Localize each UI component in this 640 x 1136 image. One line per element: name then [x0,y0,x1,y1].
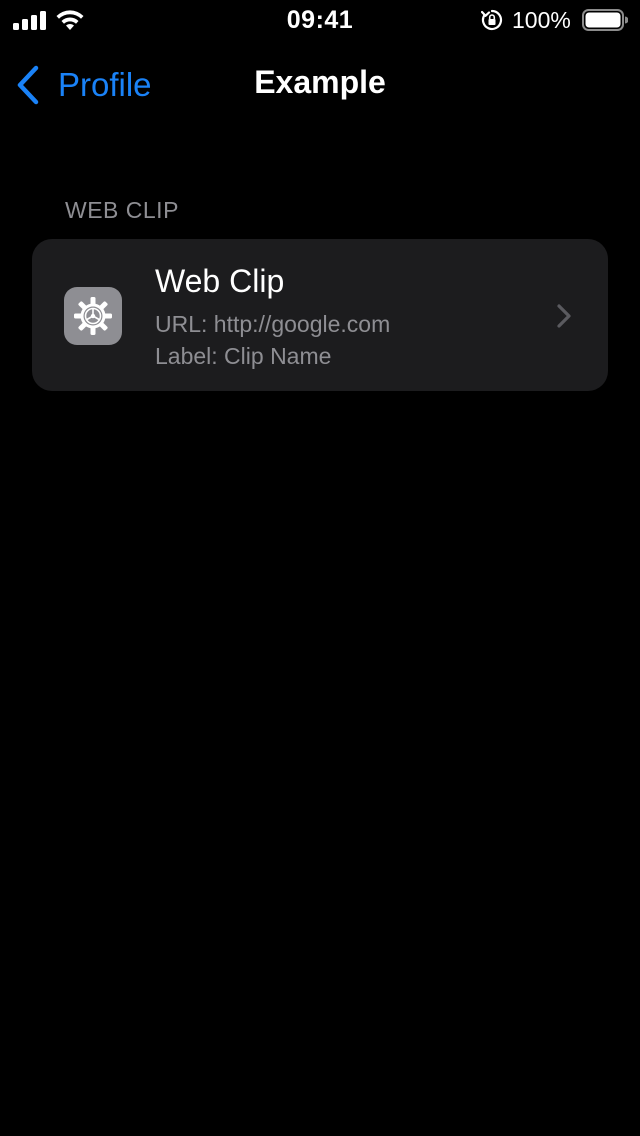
section-header: WEB CLIP [65,197,179,223]
row-url: URL: http://google.com [155,311,391,337]
status-bar: 09:41 100% [0,0,640,40]
row-title: Web Clip [155,263,285,299]
row-label: Label: Clip Name [155,343,332,369]
navigation-bar: Profile Example [0,56,640,116]
page-title: Example [254,64,386,100]
web-clip-row[interactable]: Web Clip URL: http://google.com Label: C… [32,239,608,391]
chevron-right-icon [557,304,571,328]
orientation-lock-icon [481,9,503,31]
settings-gear-icon [64,287,122,345]
battery-percentage: 100% [512,7,571,33]
gear-icon [74,297,112,335]
battery-icon [582,9,628,31]
